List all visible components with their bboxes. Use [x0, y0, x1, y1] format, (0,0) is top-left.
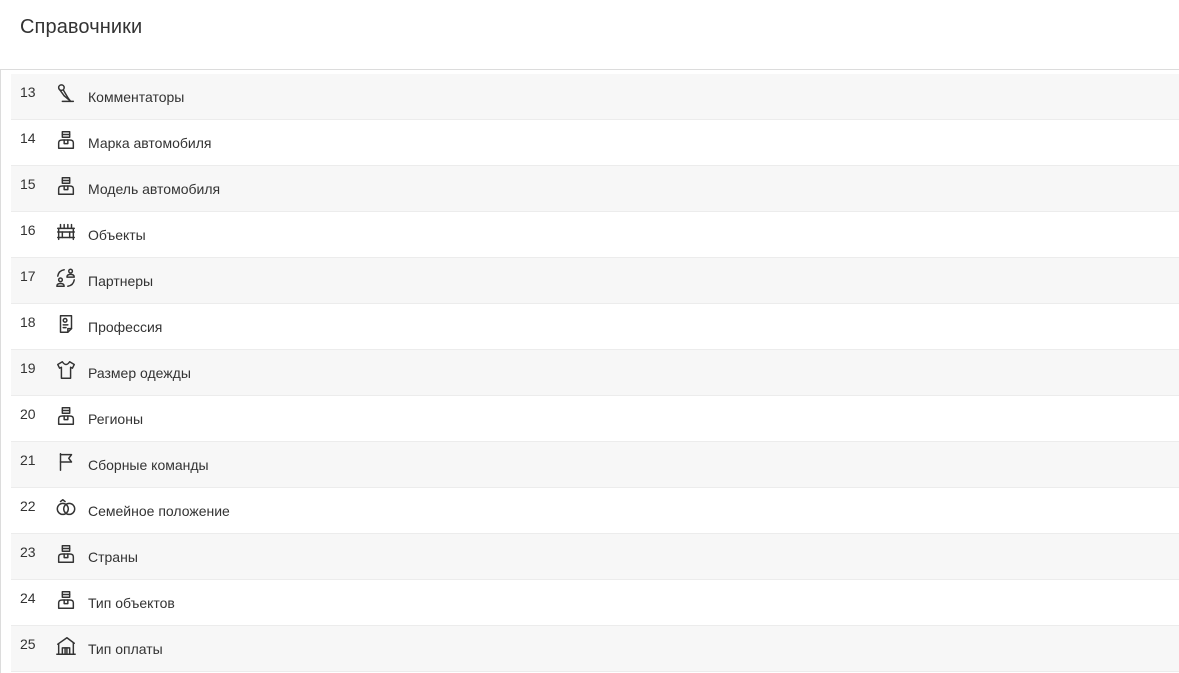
references-list: 13 Комментаторы 14 Марка автомобиля 15 Мод… — [11, 74, 1179, 672]
payment-icon — [54, 634, 78, 658]
list-item-label: Марка автомобиля — [88, 135, 212, 151]
list-item-number: 22 — [20, 498, 36, 514]
person-icon — [54, 404, 78, 428]
badge-icon — [54, 312, 78, 336]
rings-icon — [54, 496, 78, 520]
list-item-number: 20 — [20, 406, 36, 422]
list-item-number: 17 — [20, 268, 36, 284]
list-item[interactable]: 13 Комментаторы — [11, 74, 1179, 120]
list-item[interactable]: 14 Марка автомобиля — [11, 120, 1179, 166]
list-item[interactable]: 25 Тип оплаты — [11, 626, 1179, 672]
list-item[interactable]: 17 Партнеры — [11, 258, 1179, 304]
list-item-number: 21 — [20, 452, 36, 468]
list-item[interactable]: 16 Объекты — [11, 212, 1179, 258]
partners-icon — [54, 266, 78, 290]
list-item[interactable]: 23 Страны — [11, 534, 1179, 580]
list-item-number: 16 — [20, 222, 36, 238]
list-item[interactable]: 24 Тип объектов — [11, 580, 1179, 626]
list-item-label: Регионы — [88, 411, 144, 427]
list-item-label: Семейное положение — [88, 503, 230, 519]
page-header: Справочники — [0, 0, 1179, 70]
list-item[interactable]: 15 Модель автомобиля — [11, 166, 1179, 212]
list-item-number: 24 — [20, 590, 36, 606]
list-item-label: Размер одежды — [88, 365, 191, 381]
list-item-label: Страны — [88, 549, 138, 565]
list-item-label: Модель автомобиля — [88, 181, 221, 197]
references-list-container[interactable]: 13 Комментаторы 14 Марка автомобиля 15 Мод… — [0, 70, 1179, 673]
list-item-number: 13 — [20, 84, 36, 100]
list-item-number: 25 — [20, 636, 36, 652]
building-icon — [54, 220, 78, 244]
flag-icon — [54, 450, 78, 474]
list-item[interactable]: 22 Семейное положение — [11, 488, 1179, 534]
list-item[interactable]: 21 Сборные команды — [11, 442, 1179, 488]
list-item-number: 18 — [20, 314, 36, 330]
list-item-label: Профессия — [88, 319, 163, 335]
page-title: Справочники — [20, 16, 143, 38]
references-page: Справочники 13 Комментаторы 14 Марка авто… — [0, 0, 1179, 673]
person-icon — [54, 542, 78, 566]
list-item-label: Партнеры — [88, 273, 154, 289]
microphone-icon — [54, 82, 78, 106]
list-item-label: Тип объектов — [88, 595, 175, 611]
person-icon — [54, 588, 78, 612]
tshirt-icon — [54, 358, 78, 382]
list-item[interactable]: 18 Профессия — [11, 304, 1179, 350]
list-item-number: 15 — [20, 176, 36, 192]
person-icon — [54, 174, 78, 198]
person-icon — [54, 128, 78, 152]
list-item[interactable]: 20 Регионы — [11, 396, 1179, 442]
list-item-label: Комментаторы — [88, 89, 185, 105]
list-item-label: Объекты — [88, 227, 146, 243]
list-item[interactable]: 19 Размер одежды — [11, 350, 1179, 396]
list-item-number: 19 — [20, 360, 36, 376]
list-item-label: Сборные команды — [88, 457, 209, 473]
list-item-number: 23 — [20, 544, 36, 560]
list-item-label: Тип оплаты — [88, 641, 163, 657]
list-item-number: 14 — [20, 130, 36, 146]
